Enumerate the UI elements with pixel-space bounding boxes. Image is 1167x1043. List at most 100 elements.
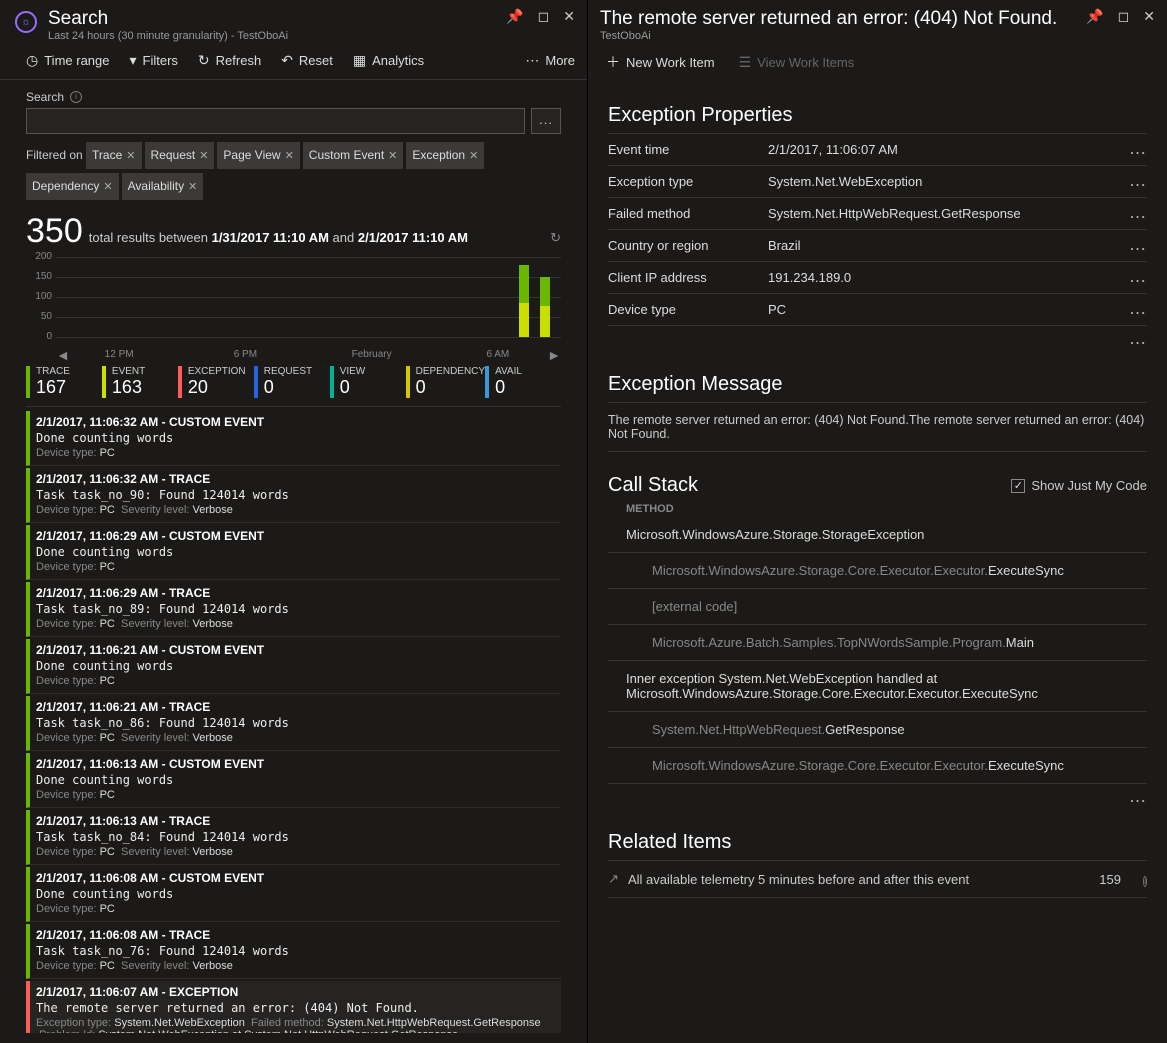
property-row: Event time2/1/2017, 11:06:07 AM... [608, 133, 1147, 165]
property-more-icon[interactable]: ... [1130, 174, 1147, 189]
reset-button[interactable]: ↶Reset [281, 52, 333, 69]
related-item-row[interactable]: ↗ All available telemetry 5 minutes befo… [608, 860, 1147, 898]
reset-icon: ↶ [281, 52, 293, 69]
search-more-button[interactable]: ... [531, 108, 561, 134]
search-input[interactable] [26, 108, 525, 134]
property-more-icon[interactable]: ... [1130, 206, 1147, 221]
result-row[interactable]: 2/1/2017, 11:06:29 AM - TRACETask task_n… [26, 582, 561, 637]
refresh-small-icon[interactable]: ↻ [550, 230, 561, 246]
method-column-header: METHOD [608, 497, 1147, 517]
chip-remove-icon[interactable]: ✕ [188, 181, 197, 193]
result-row[interactable]: 2/1/2017, 11:06:29 AM - CUSTOM EVENTDone… [26, 525, 561, 580]
pin-icon[interactable]: 📌 [1086, 8, 1103, 25]
result-row[interactable]: 2/1/2017, 11:06:13 AM - TRACETask task_n… [26, 810, 561, 865]
property-more-icon[interactable]: ... [1130, 302, 1147, 317]
info-icon[interactable]: i [1143, 876, 1147, 887]
close-icon[interactable]: ✕ [1143, 8, 1155, 25]
result-row[interactable]: 2/1/2017, 11:06:13 AM - CUSTOM EVENTDone… [26, 753, 561, 808]
type-count[interactable]: TRACE167 [26, 366, 102, 398]
result-row[interactable]: 2/1/2017, 11:06:21 AM - CUSTOM EVENTDone… [26, 639, 561, 694]
search-body: Searchi ... Filtered on Trace✕Request✕Pa… [0, 80, 587, 1033]
grid-icon: ▦ [353, 52, 366, 69]
type-count[interactable]: EVENT163 [102, 366, 178, 398]
call-stack-header: Call Stack [608, 474, 1011, 497]
filter-chip[interactable]: Dependency✕ [26, 173, 119, 200]
property-more-icon[interactable]: ... [1130, 270, 1147, 285]
funnel-icon: ▾ [130, 52, 137, 69]
chip-remove-icon[interactable]: ✕ [199, 150, 208, 162]
call-stack: Microsoft.WindowsAzure.Storage.StorageEx… [608, 517, 1147, 784]
close-icon[interactable]: ✕ [563, 8, 575, 25]
filters-row: Filtered on Trace✕Request✕Page View✕Cust… [26, 142, 561, 204]
related-arrow-icon: ↗ [608, 871, 628, 887]
stack-frame-inner[interactable]: System.Net.HttpWebRequest.GetResponse [608, 712, 1147, 748]
chip-remove-icon[interactable]: ✕ [285, 150, 294, 162]
search-blade: ☼ Search Last 24 hours (30 minute granul… [0, 0, 587, 1043]
result-row[interactable]: 2/1/2017, 11:06:08 AM - TRACETask task_n… [26, 924, 561, 979]
exception-message-header: Exception Message [608, 373, 1147, 396]
maximize-icon[interactable]: ◻ [538, 8, 550, 25]
type-count[interactable]: DEPENDENCY0 [406, 366, 485, 398]
result-row[interactable]: 2/1/2017, 11:06:32 AM - CUSTOM EVENTDone… [26, 411, 561, 466]
refresh-button[interactable]: ↻Refresh [198, 52, 261, 69]
related-items-header: Related Items [608, 831, 1147, 854]
detail-window-controls: 📌 ◻ ✕ [1086, 8, 1155, 25]
filter-chip[interactable]: Availability✕ [122, 173, 204, 200]
type-count[interactable]: EXCEPTION20 [178, 366, 254, 398]
filter-chip[interactable]: Page View✕ [217, 142, 299, 169]
callstack-more-icon[interactable]: ... [1130, 790, 1147, 805]
pin-icon[interactable]: 📌 [506, 8, 523, 25]
results-count-text: total results between 1/31/2017 11:10 AM… [89, 230, 468, 245]
properties-table: Event time2/1/2017, 11:06:07 AM...Except… [608, 133, 1147, 326]
more-button[interactable]: ⋯More [525, 52, 575, 69]
analytics-button[interactable]: ▦Analytics [353, 52, 424, 69]
refresh-icon: ↻ [198, 52, 210, 69]
show-my-code-checkbox[interactable]: ✓ [1011, 479, 1025, 493]
chip-remove-icon[interactable]: ✕ [103, 181, 112, 193]
search-header: ☼ Search Last 24 hours (30 minute granul… [0, 0, 587, 46]
properties-more-icon[interactable]: ... [1130, 332, 1147, 347]
detail-header: The remote server returned an error: (40… [588, 0, 1167, 46]
time-range-button[interactable]: ◷Time range [26, 52, 110, 69]
search-bulb-icon: ☼ [12, 8, 40, 36]
chart-right-handle-icon[interactable]: ► [547, 347, 561, 363]
stack-frame-inner[interactable]: Microsoft.WindowsAzure.Storage.Core.Exec… [608, 748, 1147, 784]
new-work-item-button[interactable]: ＋New Work Item [606, 52, 715, 72]
type-count[interactable]: VIEW0 [330, 366, 406, 398]
filter-chip[interactable]: Request✕ [145, 142, 215, 169]
property-more-icon[interactable]: ... [1130, 238, 1147, 253]
detail-toolbar: ＋New Work Item ☰View Work Items [588, 46, 1167, 84]
detail-blade: The remote server returned an error: (40… [587, 0, 1167, 1043]
type-count[interactable]: AVAIL0 [485, 366, 561, 398]
result-row[interactable]: 2/1/2017, 11:06:21 AM - TRACETask task_n… [26, 696, 561, 751]
property-more-icon[interactable]: ... [1130, 142, 1147, 157]
chip-remove-icon[interactable]: ✕ [126, 150, 135, 162]
show-my-code-label: Show Just My Code [1031, 478, 1147, 493]
maximize-icon[interactable]: ◻ [1118, 8, 1130, 25]
result-row[interactable]: 2/1/2017, 11:06:08 AM - CUSTOM EVENTDone… [26, 867, 561, 922]
search-label-row: Searchi [26, 90, 561, 104]
filter-chip[interactable]: Trace✕ [86, 142, 141, 169]
chip-remove-icon[interactable]: ✕ [388, 150, 397, 162]
filters-button[interactable]: ▾Filters [130, 52, 178, 69]
type-counts-row: TRACE167EVENT163EXCEPTION20REQUEST0VIEW0… [26, 366, 561, 407]
filtered-on-label: Filtered on [26, 148, 83, 162]
view-work-items-button[interactable]: ☰View Work Items [739, 54, 855, 71]
chip-remove-icon[interactable]: ✕ [469, 150, 478, 162]
type-count[interactable]: REQUEST0 [254, 366, 330, 398]
stack-frame-inner[interactable]: [external code] [608, 589, 1147, 625]
filter-chip[interactable]: Exception✕ [406, 142, 484, 169]
result-row[interactable]: 2/1/2017, 11:06:32 AM - TRACETask task_n… [26, 468, 561, 523]
info-icon[interactable]: i [70, 91, 82, 103]
stack-frame[interactable]: Microsoft.WindowsAzure.Storage.StorageEx… [608, 517, 1147, 553]
volume-chart[interactable]: 050100150200 [26, 257, 561, 347]
blade-title: Search [48, 8, 506, 30]
chart-left-handle-icon[interactable]: ◄ [56, 347, 70, 363]
result-row[interactable]: 2/1/2017, 11:06:07 AM - EXCEPTIONThe rem… [26, 981, 561, 1033]
stack-frame[interactable]: Inner exception System.Net.WebException … [608, 661, 1147, 712]
stack-frame-inner[interactable]: Microsoft.WindowsAzure.Storage.Core.Exec… [608, 553, 1147, 589]
chart-xaxis: ◄ ► 12 PM6 PMFebruary6 AM [56, 349, 561, 360]
property-row: Client IP address191.234.189.0... [608, 261, 1147, 293]
stack-frame-inner[interactable]: Microsoft.Azure.Batch.Samples.TopNWordsS… [608, 625, 1147, 661]
filter-chip[interactable]: Custom Event✕ [303, 142, 404, 169]
